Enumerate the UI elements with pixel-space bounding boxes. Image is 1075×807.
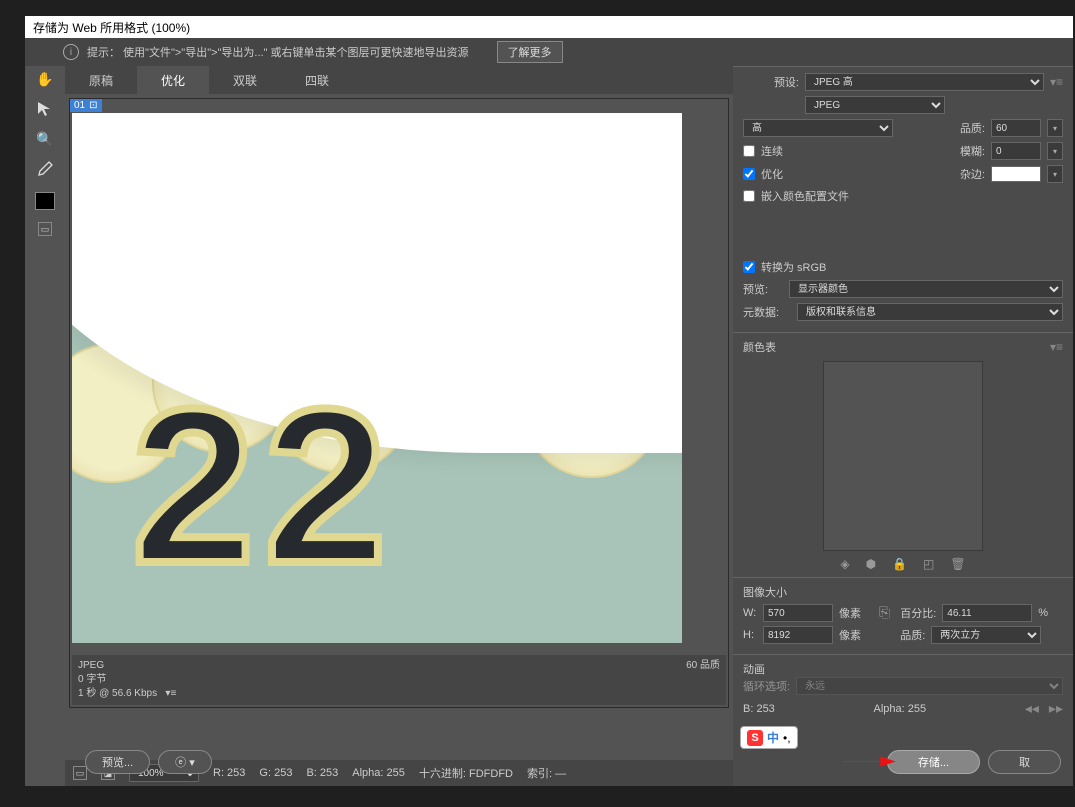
save-button[interactable]: 存储... [887,750,980,774]
annotation-arrow: ➝ [839,747,899,776]
width-input[interactable] [763,604,833,622]
blur-input[interactable] [991,142,1041,160]
optimize-checkbox[interactable] [743,168,755,180]
ct-icon-1[interactable]: ◈ [840,557,849,571]
anim-first-icon: ◂◂ [1025,700,1039,717]
quality-label: 品质: [960,120,985,136]
artwork-number: 22 [132,360,397,613]
progressive-checkbox[interactable] [743,145,755,157]
color-table-title: 颜色表 [743,339,776,355]
anim-last-icon: ▸▸ [1049,700,1063,717]
embed-profile-checkbox[interactable] [743,190,755,202]
tab-original[interactable]: 原稿 [65,66,137,94]
ime-toolbar[interactable]: S 中 •, [740,726,798,749]
tool-column: ✋ 🔍 ▭ [25,66,65,786]
tab-4up[interactable]: 四联 [281,66,353,94]
matte-label: 杂边: [960,166,985,182]
blur-label: 模糊: [960,143,985,159]
preset-select[interactable]: JPEG 高 [805,73,1044,91]
hint-text: 提示： 使用"文件">"导出">"导出为..." 或右键单击某个图层可更快速地导… [87,44,469,60]
ime-logo-icon: S [747,730,763,746]
settings-panel: 预设: JPEG 高 ▾≡ JPEG 高 品质: ▾ 连续 [733,66,1073,786]
link-icon[interactable]: ⎘ [879,604,890,648]
level-select[interactable]: 高 [743,119,893,137]
ime-lang: 中 [767,729,779,746]
embed-profile-label: 嵌入颜色配置文件 [761,188,849,204]
preview-frame: 01⊡ 22 [69,98,729,708]
browser-button[interactable]: ⓔ ▾ [158,750,212,774]
optimize-label: 优化 [761,166,783,182]
ct-icon-2[interactable]: ⬢ [866,557,876,571]
eyedropper-tool[interactable] [31,158,59,180]
convert-srgb-checkbox[interactable] [743,261,755,273]
preview-canvas[interactable]: 22 [72,113,682,643]
loop-label: 循环选项: [743,678,790,694]
quality-dropdown-icon[interactable]: ▾ [1047,119,1063,137]
preset-flyout-icon[interactable]: ▾≡ [1050,75,1063,89]
info-icon: i [63,44,79,60]
preset-label: 预设: [743,74,799,90]
matte-swatch[interactable] [991,166,1041,182]
ct-icon-trash[interactable]: 🗑 [950,557,965,571]
convert-srgb-label: 转换为 sRGB [761,259,826,275]
animation-title: 动画 [743,661,1063,677]
tab-2up[interactable]: 双联 [209,66,281,94]
image-size-title: 图像大小 [743,584,1063,600]
w-label: W: [743,607,757,619]
learn-more-button[interactable]: 了解更多 [497,41,563,63]
metadata-select[interactable]: 版权和联系信息 [797,303,1063,321]
cancel-button[interactable]: 取 [988,750,1061,774]
color-table-flyout-icon[interactable]: ▾≡ [1050,340,1063,354]
titlebar: 存储为 Web 所用格式 (100%) [25,16,1073,38]
percent-input[interactable] [942,604,1032,622]
progressive-label: 连续 [761,143,783,159]
slice-select-tool[interactable] [31,98,59,120]
w-unit: 像素 [839,605,869,621]
h-unit: 像素 [839,627,869,643]
h-label: H: [743,629,757,641]
preview-label: 预览: [743,281,783,297]
quality-input[interactable] [991,119,1041,137]
percent-label: 百分比: [900,605,936,621]
matte-dropdown-icon[interactable]: ▾ [1047,165,1063,183]
blur-dropdown-icon[interactable]: ▾ [1047,142,1063,160]
tab-optimized[interactable]: 优化 [137,66,209,94]
resample-label: 品质: [900,627,925,643]
slice-badge: 01⊡ [70,99,102,112]
color-table-canvas [823,361,983,551]
format-select[interactable]: JPEG [805,96,945,114]
loop-select: 永远 [796,677,1063,695]
percent-unit: % [1038,607,1048,619]
preview-info: JPEG60 品质 0 字节 1 秒 @ 56.6 Kbps ▾≡ [72,655,726,705]
color-swatch[interactable] [35,192,55,210]
status2-b: B: 253 [743,703,775,715]
hint-bar: i 提示： 使用"文件">"导出">"导出为..." 或右键单击某个图层可更快速… [25,38,1073,66]
preview-tabs: 原稿 优化 双联 四联 [65,66,733,94]
ct-icon-new[interactable]: ◰ [923,557,934,571]
slice-visibility-tool[interactable]: ▭ [31,218,59,240]
height-input[interactable] [763,626,833,644]
ime-punct: •, [783,731,791,745]
metadata-label: 元数据: [743,304,791,320]
resample-select[interactable]: 两次立方 [931,626,1041,644]
preview-select[interactable]: 显示器颜色 [789,280,1063,298]
ct-icon-lock[interactable]: 🔒 [892,557,907,571]
hand-tool[interactable]: ✋ [31,68,59,90]
status2-alpha: Alpha: 255 [874,703,927,715]
zoom-tool[interactable]: 🔍 [31,128,59,150]
preview-button[interactable]: 预览... [85,750,150,774]
